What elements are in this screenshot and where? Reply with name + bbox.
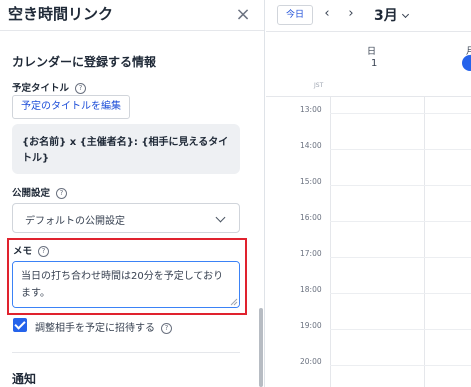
hour-gridline [330,329,471,330]
edit-title-button[interactable]: 予定のタイトルを編集 [12,95,130,119]
today-day-marker[interactable] [462,55,471,71]
help-icon[interactable]: ? [56,188,68,199]
invite-checkbox[interactable] [13,318,27,332]
booking-link-panel: 空き時間リンク × カレンダーに登録する情報 予定タイトル? 予定のタイトルを編… [0,0,265,387]
invite-label-text: 調整相手を予定に招待する [35,323,155,334]
hour-gridline [330,113,471,114]
visibility-label: 公開設定? [12,185,68,199]
hour-label: 14:00 [300,141,322,150]
hour-label: 13:00 [300,105,322,114]
hour-gridline [330,257,471,258]
hour-label: 17:00 [300,249,322,258]
memo-textarea[interactable]: 当日の打ち合わせ時間は20分を予定しております。 [12,261,240,308]
panel-header: 空き時間リンク × [0,0,264,31]
divider [12,352,240,353]
hour-label: 18:00 [300,285,322,294]
hour-label: 19:00 [300,321,322,330]
hour-gridline [330,293,471,294]
memo-label-text: メモ [13,246,33,257]
time-gutter-line [330,97,331,387]
day-name: 日 [367,47,377,57]
chevron-down-icon [215,212,226,223]
today-button[interactable]: 今日 [277,5,313,25]
invite-label: 調整相手を予定に招待する? [35,319,172,334]
help-icon[interactable]: ? [161,322,172,334]
divider [266,96,471,97]
visibility-select-value: デフォルトの公開設定 [25,216,125,227]
panel-title: 空き時間リンク [8,5,114,23]
day-column-separator [424,97,425,387]
hour-gridline [330,365,471,366]
hour-gridline [330,221,471,222]
help-icon[interactable]: ? [38,246,50,257]
section-title: カレンダーに登録する情報 [12,55,157,69]
hour-label: 16:00 [300,213,322,222]
month-selector[interactable]: 3月 [374,5,409,25]
help-icon[interactable]: ? [75,83,87,94]
chevron-left-icon[interactable]: ‹ [319,4,335,24]
month-label: 3月 [374,8,398,24]
visibility-select[interactable]: デフォルトの公開設定 [12,203,240,233]
notification-title: 通知 [12,372,37,386]
calendar-view: 今日 ‹ › 3月 日 1 月 JST 13:00 14:00 15:00 16… [266,0,471,387]
chevron-down-icon [401,10,409,19]
close-icon[interactable]: × [232,4,254,26]
hour-gridline [330,185,471,186]
memo-label: メモ? [13,243,50,257]
visibility-label-text: 公開設定 [12,188,51,199]
hour-label: 15:00 [300,177,322,186]
chevron-right-icon[interactable]: › [343,4,359,24]
event-title-label: 予定タイトル? [12,80,87,94]
hour-gridline [330,149,471,150]
scrollbar-thumb[interactable] [259,308,263,387]
resize-grip-icon[interactable] [230,298,238,306]
event-title-label-text: 予定タイトル [12,83,70,94]
day-number[interactable]: 1 [371,58,377,69]
timezone-label: JST [314,82,324,89]
title-template: {お名前} x {主催者名}: {相手に見えるタイトル} [12,124,240,174]
divider [266,31,471,32]
hour-label: 20:00 [300,357,322,366]
